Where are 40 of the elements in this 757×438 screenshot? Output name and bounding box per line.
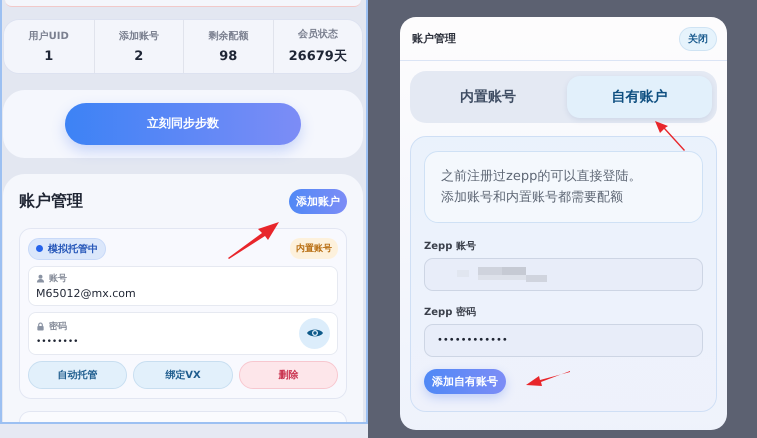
status-badge: 模拟托管中 xyxy=(28,238,106,260)
stat-label: 用户UID xyxy=(28,29,69,43)
password-field[interactable]: 密码 •••••••• xyxy=(28,312,338,355)
stat-label: 剩余配额 xyxy=(208,29,248,43)
user-icon xyxy=(36,274,45,283)
stat-label: 添加账号 xyxy=(118,30,159,43)
modal-title: 账户管理 xyxy=(412,31,456,46)
username-field[interactable]: 账号 M65012@mx.com xyxy=(28,266,338,306)
stat-label: 会员状态 xyxy=(298,28,338,42)
field-label: 账号 xyxy=(49,272,67,285)
field-value: •••••••• xyxy=(36,336,78,347)
stat-value: 26679天 xyxy=(288,48,347,66)
close-button[interactable]: 关闭 xyxy=(679,26,717,50)
add-own-account-button[interactable]: 添加自有账号 xyxy=(424,369,506,394)
action-button[interactable]: 删除 xyxy=(238,360,338,389)
stat-value: 1 xyxy=(44,48,54,64)
field-label: 密码 xyxy=(49,320,67,333)
account-field[interactable] xyxy=(424,258,703,291)
field-value: •••••••••••• xyxy=(437,335,508,346)
tab[interactable]: 自有账户 xyxy=(566,76,712,118)
stat-value: 98 xyxy=(219,48,238,64)
tab[interactable]: 内置账号 xyxy=(415,76,560,118)
annotation-arrow xyxy=(228,222,279,259)
type-badge: 内置账号 xyxy=(290,238,338,260)
show-password-button[interactable] xyxy=(299,318,330,349)
lock-icon xyxy=(36,322,45,331)
field-value: M65012@mx.com xyxy=(36,286,137,300)
annotation-arrow xyxy=(655,121,685,151)
stat-value: 2 xyxy=(134,48,144,64)
action-button[interactable]: 绑定VX xyxy=(133,360,233,389)
sync-button[interactable]: 立刻同步步数 xyxy=(65,102,301,145)
action-button[interactable]: 自动托管 xyxy=(28,360,128,389)
section-title: 账户管理 xyxy=(19,191,83,212)
add-account-button[interactable]: 添加账户 xyxy=(289,189,347,214)
notice-text: 之前注册过zepp的可以直接登陆。 添加账号和内置账号都需要配额 xyxy=(424,151,703,223)
eye-icon xyxy=(306,327,324,340)
field-label: Zepp 账号 xyxy=(424,240,477,253)
field-label: Zepp 密码 xyxy=(424,306,477,319)
password-field[interactable]: •••••••••••• xyxy=(424,324,703,357)
annotation-arrow xyxy=(526,371,570,386)
